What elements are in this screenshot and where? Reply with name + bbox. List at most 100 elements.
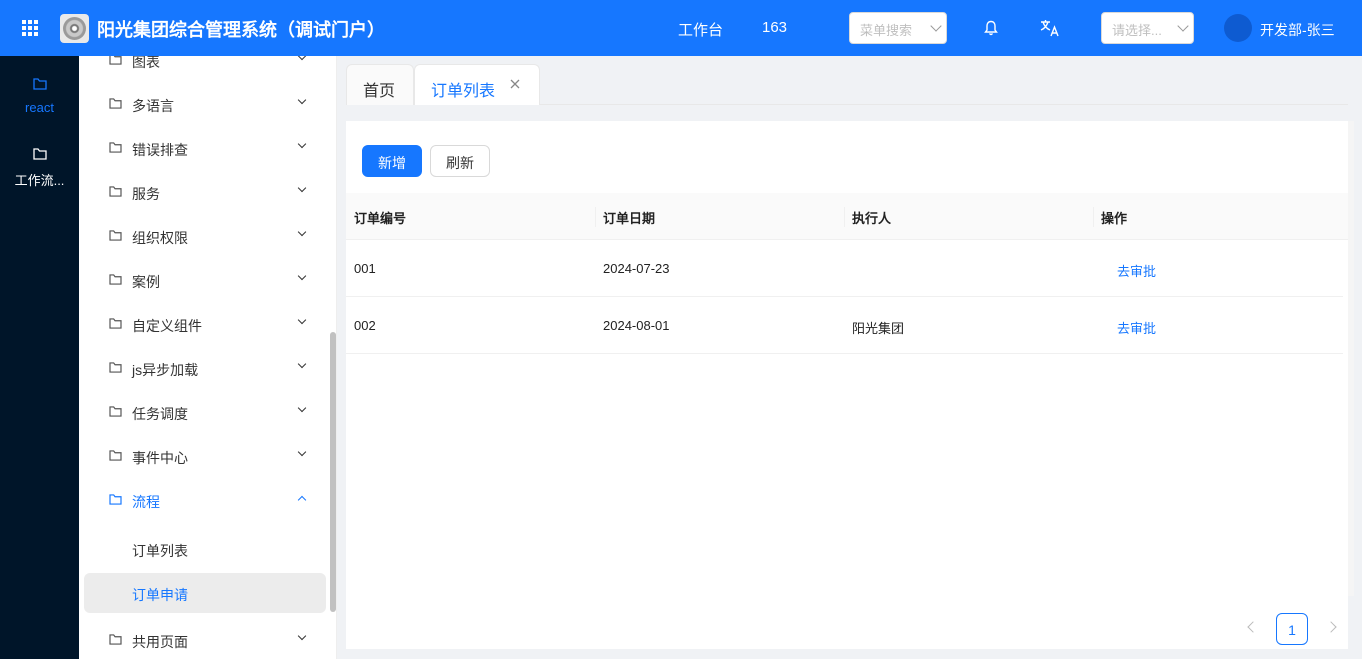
page-number-button[interactable]: 1 — [1276, 613, 1308, 645]
folder-icon — [109, 56, 122, 65]
sidebar-item-label: 流程 — [132, 494, 160, 510]
folder-icon — [109, 450, 122, 461]
sidebar-item-workflow[interactable]: 流程 — [79, 480, 329, 520]
column-header: 操作 — [1101, 211, 1128, 226]
refresh-button[interactable]: 刷新 — [430, 145, 490, 177]
folder-icon — [109, 186, 122, 197]
column-header: 订单编号 — [354, 211, 407, 226]
column-header: 订单日期 — [603, 211, 656, 226]
chevron-down-icon — [297, 271, 307, 281]
close-icon[interactable] — [509, 78, 521, 90]
rail-item-workflow[interactable]: 工作流... — [0, 148, 79, 189]
chevron-up-icon — [297, 495, 307, 505]
table-row: 001 2024-07-23 去审批 — [346, 240, 1343, 297]
sidebar-item-event-center[interactable]: 事件中心 — [79, 436, 329, 476]
sidebar-item-label: 服务 — [132, 186, 160, 202]
order-id: 002 — [354, 318, 376, 333]
chevron-down-icon — [297, 95, 307, 105]
folder-icon — [109, 406, 122, 417]
menu-search-select[interactable]: 菜单搜索 — [849, 12, 947, 44]
app-grid-icon[interactable] — [22, 20, 38, 36]
column-header: 执行人 — [852, 211, 892, 226]
folder-icon — [32, 148, 47, 160]
tab-order-list[interactable]: 订单列表 — [414, 64, 540, 105]
approve-link[interactable]: 去审批 — [1117, 261, 1156, 280]
chevron-down-icon — [297, 183, 307, 193]
chevron-down-icon — [297, 227, 307, 237]
sidebar-item-charts[interactable]: 图表 — [79, 56, 329, 80]
chevron-down-icon — [1177, 20, 1189, 32]
sidebar-subitem-order-apply[interactable]: 订单申请 — [84, 573, 326, 613]
top-header: 阳光集团综合管理系统（调试门户） 工作台 163 菜单搜索 请选择... 开发部… — [0, 0, 1362, 56]
sidebar-menu: 图表 多语言 错误排查 服务 组织权限 案例 自定义组件 js异步加载 任务调度 — [79, 56, 337, 659]
folder-icon — [109, 274, 122, 285]
sidebar-scrollbar[interactable] — [330, 332, 336, 612]
order-date: 2024-08-01 — [603, 318, 670, 333]
chevron-down-icon — [297, 359, 307, 369]
chevron-down-icon — [297, 631, 307, 641]
translate-icon[interactable] — [1040, 19, 1060, 37]
user-name[interactable]: 开发部-张三 — [1260, 20, 1335, 40]
sidebar-item-label: 图表 — [132, 56, 160, 70]
folder-icon — [109, 634, 122, 645]
chevron-down-icon — [297, 139, 307, 149]
sidebar-item-custom-components[interactable]: 自定义组件 — [79, 304, 329, 344]
column-divider — [844, 207, 845, 227]
sidebar-subitem-label: 订单列表 — [132, 543, 188, 559]
sidebar-item-label: js异步加载 — [132, 362, 199, 378]
folder-icon — [109, 98, 122, 109]
bell-icon[interactable] — [984, 20, 998, 36]
rail-item-react[interactable]: react — [0, 78, 79, 115]
sidebar-item-label: 任务调度 — [132, 406, 188, 422]
tab-bar: 首页 订单列表 — [346, 64, 1348, 105]
approve-link[interactable]: 去审批 — [1117, 318, 1156, 337]
header-count[interactable]: 163 — [762, 19, 787, 36]
sidebar-item-label: 组织权限 — [132, 230, 188, 246]
sidebar-item-label: 共用页面 — [132, 634, 188, 650]
org-select[interactable]: 请选择... — [1101, 12, 1194, 44]
sidebar-item-label: 案例 — [132, 274, 160, 290]
sidebar-item-label: 多语言 — [132, 98, 174, 114]
sidebar-item-label: 事件中心 — [132, 450, 188, 466]
app-title: 阳光集团综合管理系统（调试门户） — [97, 20, 385, 40]
content-card: 新增 刷新 订单编号 订单日期 执行人 操作 001 2024-07-23 去审… — [346, 121, 1348, 649]
sidebar-subitem-order-list[interactable]: 订单列表 — [84, 529, 326, 569]
avatar[interactable] — [1224, 14, 1252, 42]
menu-search-placeholder: 菜单搜索 — [860, 23, 913, 38]
order-date: 2024-07-23 — [603, 261, 670, 276]
content-scrollbar-track[interactable] — [1348, 121, 1354, 596]
sidebar-item-debug[interactable]: 错误排查 — [79, 128, 329, 168]
tab-label: 订单列表 — [431, 83, 496, 100]
sidebar-item-org-permissions[interactable]: 组织权限 — [79, 216, 329, 256]
folder-icon — [32, 78, 47, 90]
sidebar-subitem-label: 订单申请 — [132, 587, 188, 603]
app-rail: react 工作流... — [0, 56, 79, 659]
order-id: 001 — [354, 261, 376, 276]
org-select-placeholder: 请选择... — [1112, 23, 1162, 38]
tab-label: 首页 — [363, 83, 396, 100]
table-row: 002 2024-08-01 阳光集团 去审批 — [346, 297, 1343, 354]
company-logo — [60, 14, 89, 43]
chevron-down-icon — [930, 20, 942, 32]
column-divider — [1093, 207, 1094, 227]
table-header: 订单编号 订单日期 执行人 操作 — [346, 193, 1348, 240]
folder-icon — [109, 142, 122, 153]
rail-item-label: 工作流... — [14, 173, 65, 188]
add-button[interactable]: 新增 — [362, 145, 422, 177]
sidebar-item-shared-pages[interactable]: 共用页面 — [79, 620, 329, 659]
sidebar-item-task-scheduling[interactable]: 任务调度 — [79, 392, 329, 432]
sidebar-item-label: 自定义组件 — [132, 318, 202, 334]
sidebar-item-i18n[interactable]: 多语言 — [79, 84, 329, 124]
tab-home[interactable]: 首页 — [346, 64, 414, 105]
chevron-down-icon — [297, 56, 307, 61]
folder-icon — [109, 230, 122, 241]
sidebar-item-label: 错误排查 — [132, 142, 188, 158]
folder-icon — [109, 362, 122, 373]
workbench-link[interactable]: 工作台 — [678, 19, 723, 40]
sidebar-item-cases[interactable]: 案例 — [79, 260, 329, 300]
sidebar-item-js-async[interactable]: js异步加载 — [79, 348, 329, 388]
chevron-down-icon — [297, 447, 307, 457]
chevron-down-icon — [297, 403, 307, 413]
folder-icon — [109, 494, 122, 505]
sidebar-item-services[interactable]: 服务 — [79, 172, 329, 212]
